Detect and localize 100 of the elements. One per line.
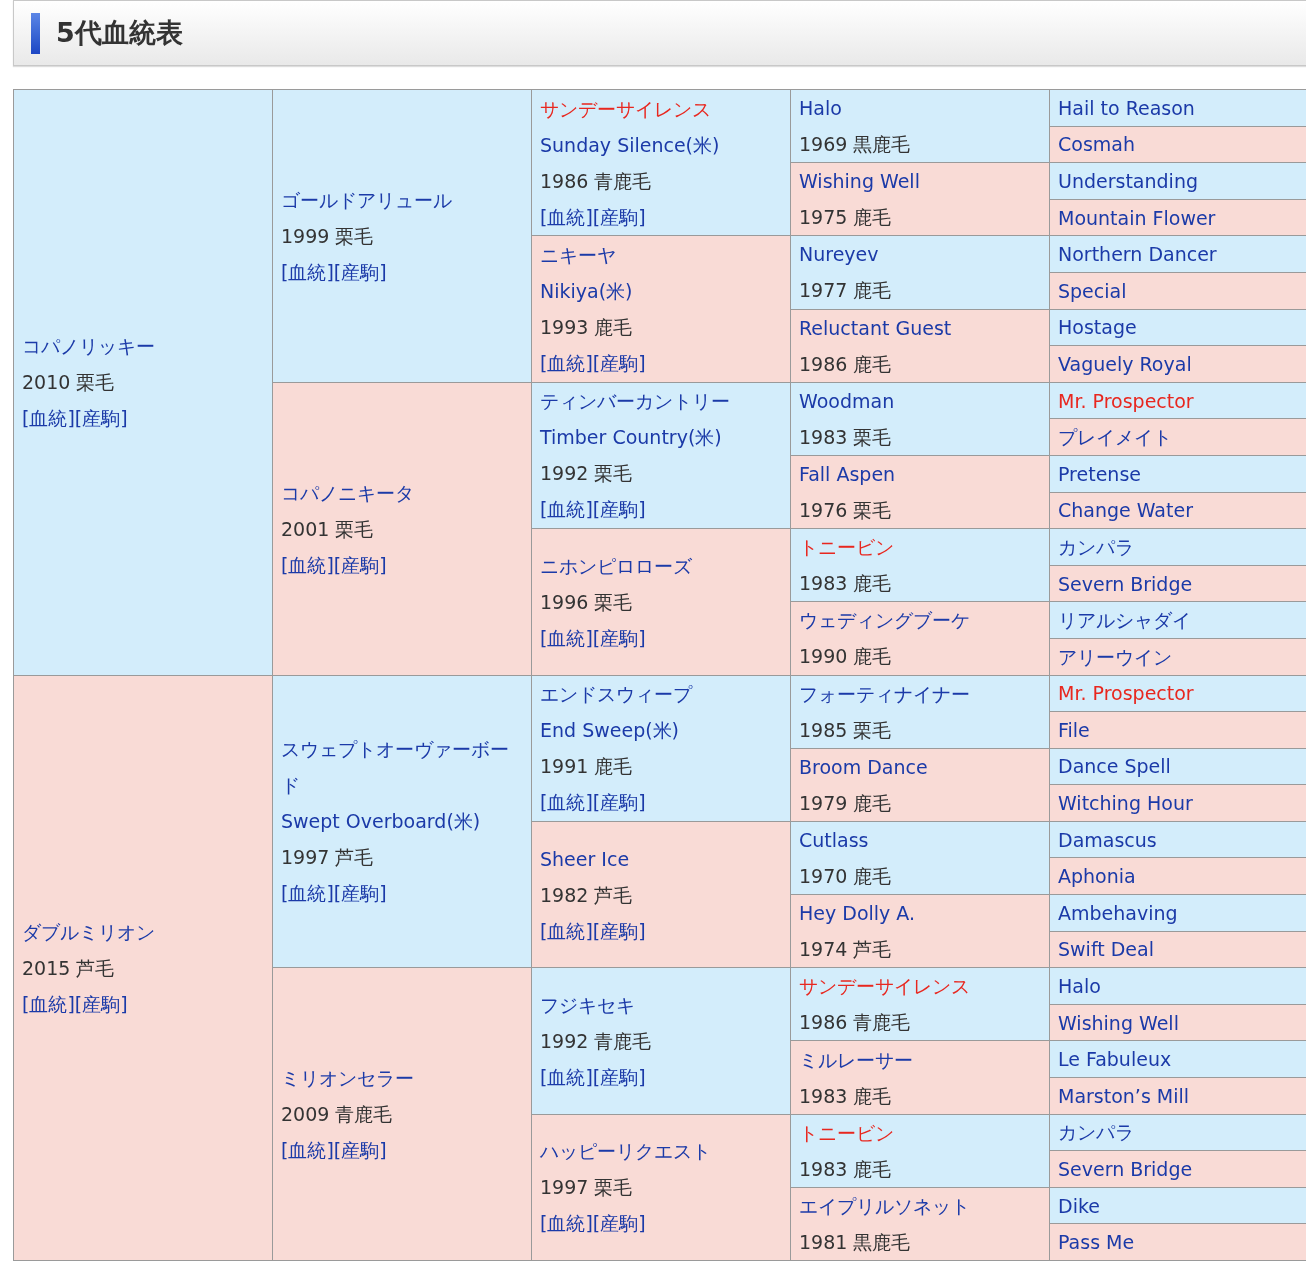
horse-name-link[interactable]: Special [1058,272,1127,309]
horse-name-link[interactable]: カンパラ [1058,1114,1134,1151]
horse-name-link[interactable]: Northern Dancer [1058,236,1217,273]
horse-name-link[interactable]: ダブルミリオン [22,913,155,950]
horse-name-link[interactable]: Damascus [1058,821,1157,858]
horse-name-link[interactable]: Dance Spell [1058,748,1171,785]
birth-year-coat-text: 1986 青鹿毛 [540,168,652,194]
horse-name-link[interactable]: ニホンピロローズ [540,547,692,584]
pedigree-link[interactable]: [産駒] [592,784,646,821]
horse-name-link[interactable]: Halo [799,90,842,127]
pedigree-link[interactable]: [産駒] [592,198,646,235]
pedigree-link[interactable]: [産駒] [333,1132,387,1169]
horse-name-link[interactable]: File [1058,711,1090,748]
pedigree-link[interactable]: [産駒] [592,345,646,382]
horse-name-link[interactable]: ティンバーカントリー [540,383,730,420]
pedigree-link[interactable]: [血統] [540,345,593,382]
horse-name-link[interactable]: コパノニキータ [281,474,414,511]
pedigree-link[interactable]: [産駒] [74,400,128,437]
horse-name-link[interactable]: Mr. Prospector [1058,382,1194,419]
horse-name-link[interactable]: Halo [1058,968,1101,1005]
foreign-name-link[interactable]: End Sweep(米) [540,712,679,749]
pedigree-link[interactable]: [血統] [281,1132,334,1169]
horse-name-link[interactable]: フォーティナイナー [799,675,970,712]
pedigree-link[interactable]: [産駒] [333,546,387,583]
horse-name-link[interactable]: Change Water [1058,492,1193,529]
birth-year-coat-text: 1983 鹿毛 [799,1083,892,1109]
horse-name-link[interactable]: Nureyev [799,236,879,273]
horse-name-link[interactable]: アリーウイン [1058,638,1172,675]
horse-name-link[interactable]: Hail to Reason [1058,89,1195,126]
horse-name-link[interactable]: Swift Deal [1058,931,1154,968]
pedigree-link[interactable]: [血統] [281,546,334,583]
pedigree-link[interactable]: [血統] [22,400,75,437]
horse-name-link[interactable]: Pass Me [1058,1224,1135,1261]
horse-name-link[interactable]: フジキセキ [540,986,635,1023]
pedigree-link[interactable]: [産駒] [592,1058,646,1095]
horse-name-link[interactable]: Dike [1058,1187,1100,1224]
birth-year-coat-text: 2015 芦毛 [22,955,115,981]
horse-name-link[interactable]: Hostage [1058,309,1137,346]
pedigree-link[interactable]: [血統] [540,1205,593,1242]
horse-name-link[interactable]: Mr. Prospector [1058,675,1194,712]
foreign-name-link[interactable]: Swept Overboard(米) [281,803,481,840]
horse-name-link[interactable]: ハッピーリクエスト [540,1133,711,1170]
horse-name-link[interactable]: Aphonia [1058,858,1136,895]
horse-name-link[interactable]: Hey Dolly A. [799,895,916,932]
pedigree-link[interactable]: [血統] [540,491,593,528]
horse-name-link[interactable]: サンデーサイレンス [799,968,970,1005]
pedigree-link[interactable]: [血統] [281,875,334,912]
birth-year-coat-text: 1979 鹿毛 [799,790,892,816]
horse-name-link[interactable]: Wishing Well [799,163,920,200]
horse-name-link[interactable]: エイプリルソネット [799,1187,970,1224]
horse-name-link[interactable]: Severn Bridge [1058,1151,1193,1187]
pedigree-link[interactable]: [血統] [540,198,593,235]
pedigree-link[interactable]: [血統] [281,253,334,290]
pedigree-link[interactable]: [血統] [540,1058,593,1095]
pedigree-link[interactable]: [産駒] [333,253,387,290]
horse-name-link[interactable]: Mountain Flower [1058,199,1216,236]
horse-name-link[interactable]: Marston’s Mill [1058,1077,1190,1114]
horse-name-link[interactable]: ゴールドアリュール [281,181,452,218]
pedigree-link[interactable]: [産駒] [74,985,128,1022]
horse-name-link[interactable]: エンドスウィープ [540,676,692,713]
horse-name-link[interactable]: スウェプトオーヴァーボード [281,731,527,804]
horse-name-link[interactable]: Understanding [1058,163,1198,199]
horse-name-link[interactable]: ウェディングブーケ [799,602,970,639]
horse-name-link[interactable]: Cutlass [799,821,869,858]
foreign-name-link[interactable]: Sunday Silence(米) [540,126,720,163]
horse-name-link[interactable]: ミルレーサー [799,1041,913,1078]
pedigree-link[interactable]: [血統] [22,985,75,1022]
foreign-name-link[interactable]: Nikiya(米) [540,273,633,310]
pedigree-link[interactable]: [産駒] [592,491,646,528]
pedigree-link[interactable]: [産駒] [592,619,646,656]
pedigree-link[interactable]: [血統] [540,619,593,656]
horse-name-link[interactable]: Cosmah [1058,126,1135,163]
horse-name-link[interactable]: プレイメイト [1058,419,1172,456]
horse-name-link[interactable]: ニキーヤ [540,237,616,274]
pedigree-link[interactable]: [産駒] [592,1205,646,1242]
horse-name-link[interactable]: ミリオンセラー [281,1060,414,1097]
horse-name-link[interactable]: Vaguely Royal [1058,345,1192,382]
horse-name-link[interactable]: トニービン [799,529,894,566]
horse-name-link[interactable]: Pretense [1058,455,1141,492]
horse-name-link[interactable]: リアルシャダイ [1058,602,1191,639]
horse-name-link[interactable]: カンパラ [1058,528,1134,565]
horse-name-link[interactable]: Le Fabuleux [1058,1041,1172,1078]
horse-name-link[interactable]: Severn Bridge [1058,565,1193,602]
horse-name-link[interactable]: Woodman [799,382,895,419]
horse-name-link[interactable]: Reluctant Guest [799,309,952,346]
pedigree-link[interactable]: [産駒] [592,912,646,949]
horse-name-link[interactable]: Sheer Ice [540,840,630,877]
pedigree-link[interactable]: [血統] [540,784,593,821]
horse-name-link[interactable]: Witching Hour [1058,785,1193,822]
horse-name-link[interactable]: サンデーサイレンス [540,90,711,127]
horse-name-link[interactable]: Fall Aspen [799,456,896,493]
horse-name-link[interactable]: コパノリッキー [22,328,155,365]
horse-name-link[interactable]: Wishing Well [1058,1004,1179,1041]
pedigree-link[interactable]: [血統] [540,912,593,949]
horse-name-link[interactable]: Ambehaving [1058,894,1178,931]
foreign-name-link[interactable]: Timber Country(米) [540,419,722,456]
section-title: 5代血統表 [56,15,183,50]
horse-name-link[interactable]: Broom Dance [799,748,928,785]
pedigree-link[interactable]: [産駒] [333,875,387,912]
horse-name-link[interactable]: トニービン [799,1114,894,1151]
